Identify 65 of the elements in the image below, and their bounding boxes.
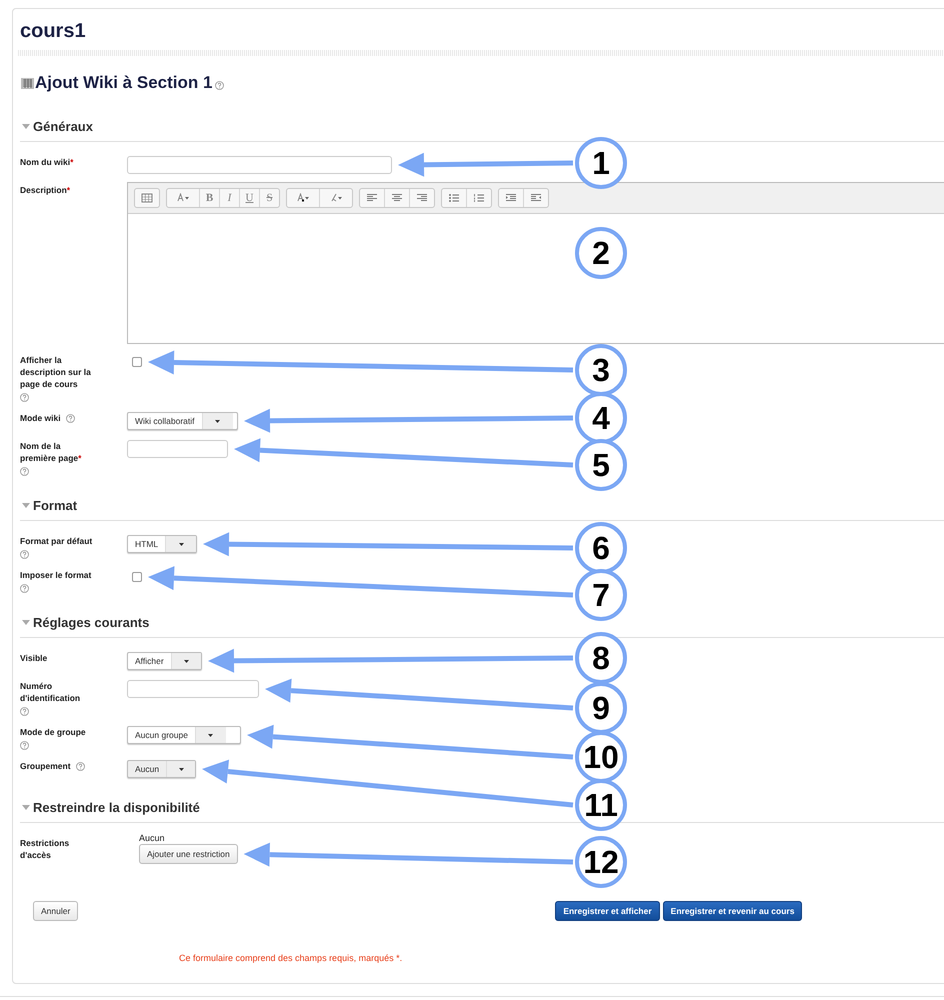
table-icon bbox=[141, 193, 153, 203]
step-number: 9 bbox=[575, 682, 627, 734]
align-left-icon bbox=[366, 193, 378, 203]
step-number: 1 bbox=[575, 137, 627, 189]
text-field[interactable] bbox=[127, 680, 259, 698]
section-title[interactable]: Format bbox=[33, 498, 78, 512]
caret-icon bbox=[178, 768, 184, 770]
toggle-icon[interactable] bbox=[22, 502, 30, 508]
step-number: 12 bbox=[575, 836, 627, 888]
font-icon bbox=[176, 193, 190, 203]
add-restriction-button[interactable]: Ajouter une restriction bbox=[139, 844, 238, 864]
field-label: Mode wiki bbox=[20, 412, 61, 424]
bullet-list-icon bbox=[448, 193, 460, 203]
page-heading: Ajout Wiki à Section 1 bbox=[35, 73, 212, 93]
step-number: 3 bbox=[575, 344, 627, 396]
caret-icon bbox=[208, 734, 214, 736]
field-label: Visible bbox=[20, 652, 48, 664]
text-color-icon bbox=[296, 193, 310, 203]
checkbox[interactable] bbox=[132, 572, 142, 582]
help-icon bbox=[215, 80, 224, 90]
caret-icon bbox=[178, 542, 184, 546]
field-label: Numéro d'identification bbox=[20, 680, 82, 704]
field-label: Description* bbox=[20, 184, 70, 196]
text-field[interactable] bbox=[127, 440, 228, 458]
section-title[interactable]: Réglages courants bbox=[33, 614, 150, 630]
dropdown[interactable]: Wiki collaboratif bbox=[127, 412, 238, 430]
step-number: 7 bbox=[575, 569, 627, 621]
align-right-icon bbox=[416, 193, 428, 203]
step-number: 10 bbox=[575, 731, 627, 783]
step-number: 5 bbox=[575, 439, 627, 491]
toggle-icon[interactable] bbox=[22, 804, 30, 810]
numbered-list-icon bbox=[473, 193, 485, 203]
field-label: Format par défaut bbox=[20, 535, 92, 547]
wiki-icon bbox=[20, 76, 35, 90]
field-label: Nom du wiki* bbox=[20, 156, 74, 168]
brush-icon bbox=[330, 193, 342, 203]
course-title: cours1 bbox=[20, 19, 87, 44]
field-label: Groupement bbox=[20, 760, 71, 772]
align-center-icon bbox=[391, 193, 403, 203]
field-label: Restrictions d'accès bbox=[20, 837, 70, 861]
field-label: Nom de la première page* bbox=[20, 440, 82, 464]
step-number: 2 bbox=[575, 227, 627, 279]
restriction-value: Aucun bbox=[139, 833, 166, 843]
submit-button[interactable]: Enregistrer et afficher bbox=[555, 901, 660, 921]
checkbox[interactable] bbox=[132, 357, 142, 367]
field-label: Imposer le format bbox=[20, 569, 92, 581]
caret-icon bbox=[215, 420, 220, 422]
step-number: 11 bbox=[575, 779, 627, 831]
field-label: Afficher la description sur la page de cours bbox=[20, 354, 92, 390]
cancel-button[interactable]: Annuler bbox=[33, 901, 78, 921]
dropdown[interactable]: Aucun groupe bbox=[127, 726, 241, 744]
step-number: 8 bbox=[575, 632, 627, 684]
dropdown[interactable]: HTML bbox=[127, 535, 197, 553]
field-label: Mode de groupe bbox=[20, 726, 86, 738]
dropdown[interactable]: Afficher bbox=[127, 652, 202, 670]
caret-icon bbox=[184, 660, 189, 662]
toggle-icon[interactable] bbox=[22, 124, 30, 128]
toggle-icon[interactable] bbox=[22, 620, 30, 624]
submit-button[interactable]: Enregistrer et revenir au cours bbox=[662, 901, 802, 921]
text-field[interactable] bbox=[127, 156, 392, 174]
required-note: Ce formulaire comprend des champs requis, marqués *. bbox=[179, 953, 404, 963]
section-title[interactable]: Restreindre la disponibilité bbox=[33, 800, 200, 814]
indent-icon bbox=[530, 193, 542, 203]
section-title[interactable]: Généraux bbox=[33, 118, 93, 134]
outdent-icon bbox=[505, 193, 517, 203]
